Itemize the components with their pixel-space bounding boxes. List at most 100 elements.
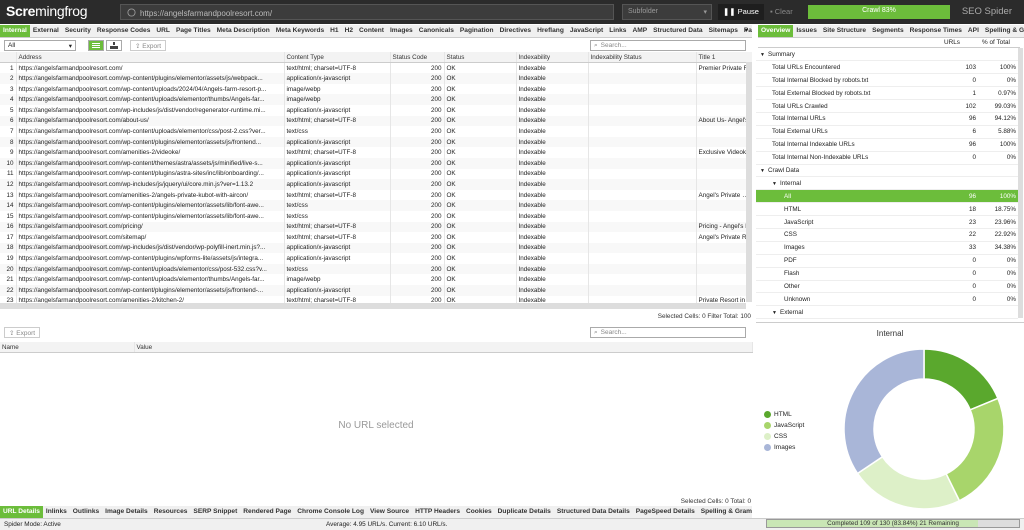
right-tab-6[interactable]: Spelling & G: [982, 25, 1024, 37]
expand-icon[interactable]: ▼: [772, 181, 780, 187]
overview-row[interactable]: ▼ Summary: [756, 48, 1018, 62]
tabs-more-icon[interactable]: ▾: [745, 27, 748, 34]
tab-12[interactable]: Canonicals: [416, 25, 457, 37]
tab-14[interactable]: Directives: [497, 25, 535, 37]
bottom-tab-1[interactable]: Inlinks: [43, 506, 70, 518]
table-row[interactable]: 8 https://angelsfarmandpoolresort.com/wp-…: [0, 136, 752, 148]
bottom-tab-3[interactable]: Image Details: [102, 506, 151, 518]
col-header[interactable]: Status Code: [390, 52, 445, 64]
table-row[interactable]: 5 https://angelsfarmandpoolresort.com/wp-…: [0, 104, 752, 116]
overview-row[interactable]: Other 0 0%: [756, 280, 1018, 294]
right-tab-4[interactable]: Response Times: [907, 25, 965, 37]
right-tab-1[interactable]: Issues: [793, 25, 820, 37]
overview-row[interactable]: ▼ Internal: [756, 176, 1018, 191]
tab-17[interactable]: Links: [606, 25, 629, 37]
overview-row[interactable]: JavaScript 23 23.96%: [756, 215, 1018, 229]
table-row[interactable]: 19 https://angelsfarmandpoolresort.com/wp…: [0, 253, 752, 264]
tab-11[interactable]: Images: [387, 25, 416, 37]
tab-20[interactable]: Sitemaps: [706, 25, 741, 37]
overview-row[interactable]: Total URLs Crawled 102 99.03%: [756, 99, 1018, 113]
horizontal-scrollbar[interactable]: [0, 303, 746, 309]
tab-6[interactable]: Meta Description: [214, 25, 273, 37]
overview-row[interactable]: Unknown 0 0%: [756, 292, 1018, 307]
bottom-tab-8[interactable]: View Source: [367, 506, 412, 518]
right-tab-0[interactable]: Overview: [758, 25, 794, 37]
overview-row[interactable]: Total External Blocked by robots.txt 1 0.9…: [756, 86, 1018, 101]
col-header[interactable]: Content Type: [284, 52, 391, 64]
url-input[interactable]: https://angelsfarmandpoolresort.com/: [120, 4, 614, 20]
table-row[interactable]: 2 https://angelsfarmandpoolresort.com/wp-…: [0, 73, 752, 84]
tree-view-button[interactable]: [106, 40, 122, 51]
table-row[interactable]: 17 https://angelsfarmandpoolresort.com/si…: [0, 232, 752, 243]
overview-row[interactable]: Total Internal Indexable URLs 96 100%: [756, 138, 1018, 152]
tab-16[interactable]: JavaScript: [567, 25, 606, 37]
mode-dropdown[interactable]: Subfolder ▾: [622, 4, 712, 20]
col-header[interactable]: Status: [444, 52, 517, 64]
overview-row[interactable]: Total Internal URLs 96 94.12%: [756, 112, 1018, 126]
overview-row[interactable]: ▼ External: [756, 305, 1018, 320]
bottom-tab-4[interactable]: Resources: [151, 506, 191, 518]
table-row[interactable]: 6 https://angelsfarmandpoolresort.com/abo…: [0, 115, 752, 127]
table-row[interactable]: 20 https://angelsfarmandpoolresort.com/wp…: [0, 263, 752, 275]
bottom-tab-0[interactable]: URL Details: [0, 506, 43, 518]
col-header[interactable]: Indexability Status: [588, 52, 697, 64]
lower-export-button[interactable]: ⇪ Export: [4, 327, 41, 338]
tab-3[interactable]: Response Codes: [94, 25, 154, 37]
tab-7[interactable]: Meta Keywords: [273, 25, 327, 37]
overview-row[interactable]: Total Internal Blocked by robots.txt 0 0%: [756, 73, 1018, 88]
bottom-tab-5[interactable]: SERP Snippet: [190, 506, 240, 518]
tab-15[interactable]: Hreflang: [534, 25, 567, 37]
expand-icon[interactable]: ▼: [760, 168, 768, 174]
table-row[interactable]: 7 https://angelsfarmandpoolresort.com/wp-…: [0, 126, 752, 137]
table-row[interactable]: 18 https://angelsfarmandpoolresort.com/wp…: [0, 242, 752, 254]
vertical-scrollbar[interactable]: [746, 62, 752, 302]
list-view-button[interactable]: [88, 40, 104, 51]
overview-row[interactable]: ▼ Crawl Data: [756, 164, 1018, 178]
pause-button[interactable]: ❚❚ Pause: [718, 4, 764, 20]
col-name[interactable]: Name: [0, 342, 135, 354]
tab-0[interactable]: Internal: [0, 25, 30, 37]
overview-row[interactable]: Flash 0 0%: [756, 267, 1018, 281]
tab-13[interactable]: Pagination: [457, 25, 497, 37]
clear-button[interactable]: ▪ Clear: [765, 4, 798, 20]
tab-4[interactable]: URL: [153, 25, 173, 37]
tab-8[interactable]: H1: [327, 25, 341, 37]
expand-icon[interactable]: ▼: [760, 52, 768, 58]
tab-10[interactable]: Content: [356, 25, 387, 37]
table-row[interactable]: 1 https://angelsfarmandpoolresort.com/tex…: [0, 62, 752, 74]
table-row[interactable]: 3 https://angelsfarmandpoolresort.com/wp-…: [0, 83, 752, 95]
filter-dropdown[interactable]: All ▾: [4, 40, 76, 51]
overview-row[interactable]: Images 33 34.38%: [756, 241, 1018, 255]
col-header[interactable]: Address: [16, 52, 285, 64]
col-header[interactable]: Indexability: [516, 52, 589, 64]
overview-row[interactable]: Total URLs Encountered 103 100%: [756, 60, 1018, 75]
table-row[interactable]: 16 https://angelsfarmandpoolresort.com/pr…: [0, 221, 752, 233]
export-button[interactable]: ⇪ Export: [130, 40, 167, 51]
tab-1[interactable]: External: [30, 25, 62, 37]
bottom-tab-6[interactable]: Rendered Page: [240, 506, 294, 518]
table-row[interactable]: 9 https://angelsfarmandpoolresort.com/ame…: [0, 147, 752, 158]
bottom-tab-11[interactable]: Duplicate Details: [495, 506, 554, 518]
table-row[interactable]: 22 https://angelsfarmandpoolresort.com/wp…: [0, 285, 752, 296]
table-row[interactable]: 4 https://angelsfarmandpoolresort.com/wp-…: [0, 94, 752, 105]
tab-18[interactable]: AMP: [629, 25, 650, 37]
expand-icon[interactable]: ▼: [772, 310, 780, 316]
col-header[interactable]: Title 1: [696, 52, 752, 64]
overview-scrollbar[interactable]: [1018, 48, 1023, 318]
tab-2[interactable]: Security: [62, 25, 94, 37]
table-row[interactable]: 10 https://angelsfarmandpoolresort.com/wp…: [0, 157, 752, 169]
bottom-tab-7[interactable]: Chrome Console Log: [294, 506, 367, 518]
overview-row[interactable]: PDF 0 0%: [756, 254, 1018, 268]
overview-row[interactable]: CSS 22 22.92%: [756, 228, 1018, 242]
overview-row[interactable]: HTML 18 18.75%: [756, 202, 1018, 217]
search-input[interactable]: ⌕ Search...: [590, 40, 746, 51]
table-row[interactable]: 13 https://angelsfarmandpoolresort.com/am…: [0, 189, 752, 201]
right-tab-5[interactable]: API: [965, 25, 982, 37]
right-tab-2[interactable]: Site Structure: [820, 25, 869, 37]
col-value[interactable]: Value: [134, 342, 753, 354]
col-header[interactable]: [0, 52, 17, 64]
lower-search-input[interactable]: ⌕ Search...: [590, 327, 746, 338]
table-row[interactable]: 11 https://angelsfarmandpoolresort.com/wp…: [0, 168, 752, 180]
bottom-tab-10[interactable]: Cookies: [463, 506, 495, 518]
right-tab-3[interactable]: Segments: [869, 25, 907, 37]
